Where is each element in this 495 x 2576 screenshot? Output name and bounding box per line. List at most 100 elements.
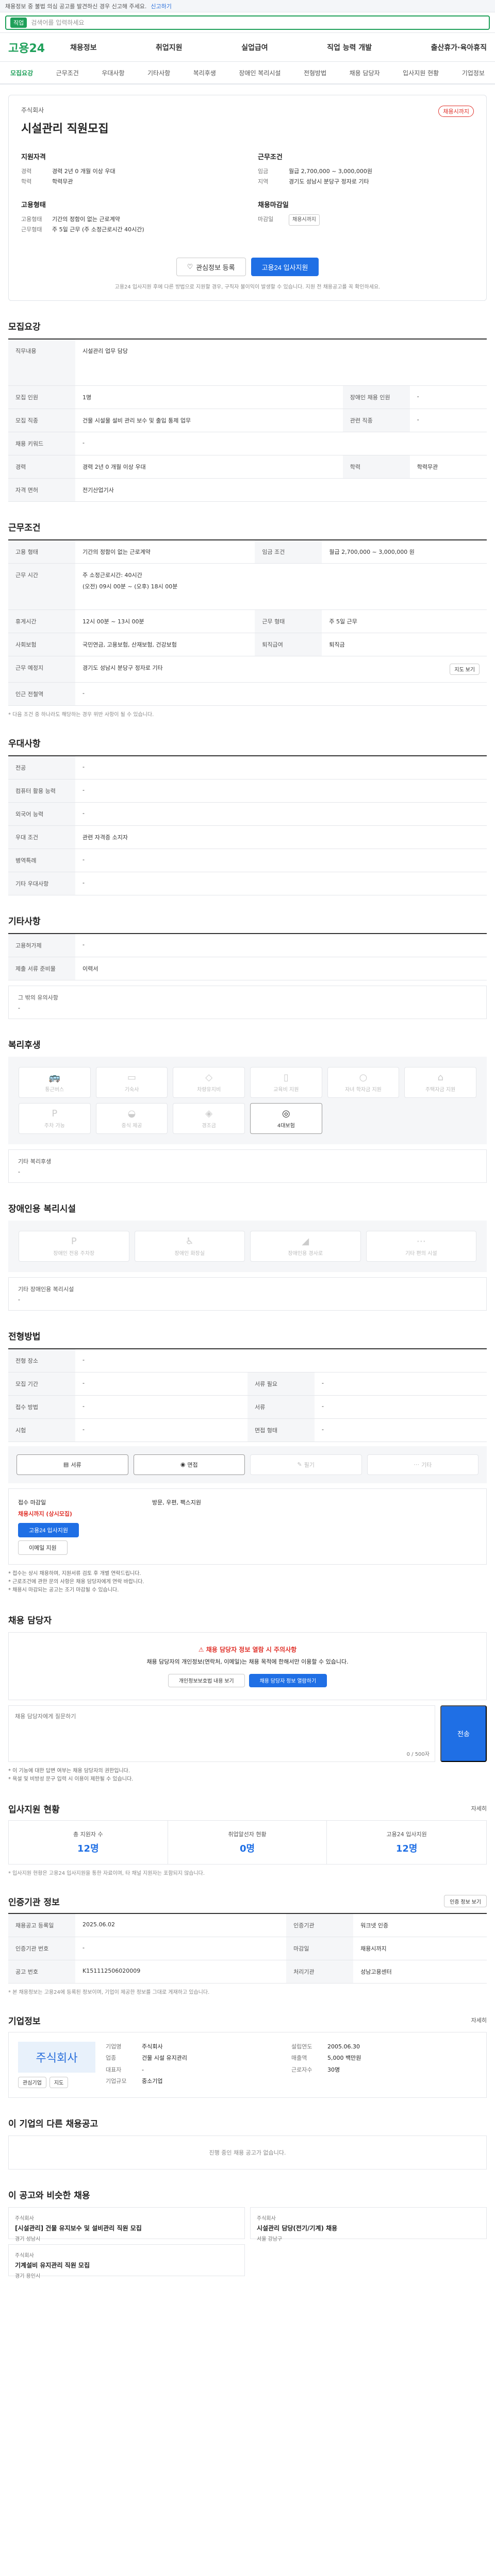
welfare-item: ◇ 차량유지비 bbox=[173, 1066, 245, 1098]
qa-send-button[interactable]: 전송 bbox=[440, 1705, 487, 1762]
row-key: 우대 조건 bbox=[8, 825, 75, 849]
row-value: 채용시까지 bbox=[353, 1937, 487, 1960]
info-value: 30명 bbox=[327, 2066, 340, 2073]
apply-box: 접수 마감일 채용시까지 (상시모집) 고용24 입사지원 이메일 지원 방문,… bbox=[8, 1488, 487, 1565]
map-button[interactable]: 지도 보기 bbox=[450, 663, 480, 675]
job-summary-card: 주식회사 시설관리 직원모집 채용시까지 지원자격 경력 경력 2년 0 개월 이… bbox=[8, 95, 487, 301]
stat-item: 취업알선자 현황 0명 bbox=[168, 1820, 327, 1864]
warning-icon: ⚠ bbox=[198, 1646, 206, 1653]
disability-label: 기타 편의 시설 bbox=[405, 1250, 437, 1257]
qa-textarea[interactable]: 채용 담당자에게 질문하기 0 / 500자 bbox=[8, 1705, 435, 1762]
stats-more-link[interactable]: 자세히 bbox=[471, 1804, 487, 1812]
registration-note: * 본 채용정보는 고용24에 등록된 정보이며, 기업이 제공한 정보를 그대… bbox=[8, 1989, 210, 1995]
coin-icon: ◎ bbox=[282, 1108, 290, 1119]
prefer-table: 전공 - 컴퓨터 활용 능력 - 외국어 능력 - 우대 조건 관련 자격증 소지자 병… bbox=[8, 755, 487, 895]
disability-item: ⋯ 기타 편의 시설 bbox=[366, 1230, 476, 1262]
company-more-link[interactable]: 자세히 bbox=[471, 2016, 487, 2024]
tab-contact[interactable]: 채용 담당자 bbox=[350, 69, 380, 77]
tab-etc[interactable]: 기타사항 bbox=[147, 69, 170, 77]
registration-section-title: 인증기관 정보 bbox=[8, 1897, 60, 1908]
row-value: - bbox=[75, 1372, 248, 1396]
search-input[interactable]: 직업 검색어를 입력하세요 bbox=[5, 15, 490, 30]
report-link[interactable]: 신고하기 bbox=[151, 2, 171, 10]
row-value: 전기산업기사 bbox=[75, 478, 487, 502]
other-jobs-title: 이 기업의 다른 채용공고 bbox=[8, 2119, 98, 2129]
recommend-title: 이 공고와 비슷한 채용 bbox=[8, 2190, 90, 2201]
email-apply-button[interactable]: 이메일 지원 bbox=[18, 1540, 68, 1555]
gnb-item[interactable]: 직업 능력 개발 bbox=[327, 42, 372, 53]
alert-title: 채용 담당자 정보 열람 시 주의사항 bbox=[206, 1646, 297, 1653]
method-label: 필기 bbox=[304, 1461, 315, 1468]
top-notice-bar: 채용정보 중 불법 의심 공고를 발견하신 경우 신고해 주세요. 신고하기 bbox=[0, 0, 495, 12]
kv-value: 기간의 정함이 없는 근로계약 bbox=[52, 216, 120, 223]
kv-value: 월급 2,700,000 ~ 3,000,000원 bbox=[289, 168, 373, 175]
row-value: - bbox=[75, 1348, 487, 1372]
row-key: 근무 형태 bbox=[255, 609, 322, 633]
qualification-title: 지원자격 bbox=[21, 154, 46, 161]
gnb-item[interactable]: 출산휴가·육아휴직 bbox=[431, 42, 487, 53]
tab-prefer[interactable]: 우대사항 bbox=[102, 69, 124, 77]
method-item: ✎ 필기 bbox=[250, 1454, 362, 1475]
row-key: 전공 bbox=[8, 755, 75, 779]
row-value: K151112506020009 bbox=[75, 1960, 287, 1984]
welfare-item: ◒ 중식 제공 bbox=[95, 1103, 168, 1134]
method-item: ▤ 서류 bbox=[16, 1454, 128, 1475]
gnb-item[interactable]: 실업급여 bbox=[241, 42, 268, 53]
interest-company-button[interactable]: 관심기업 bbox=[18, 2076, 46, 2088]
row-key: 면접 형태 bbox=[248, 1418, 315, 1442]
row-key: 학력 bbox=[342, 455, 410, 479]
info-value: 건물 시설 유지관리 bbox=[142, 2055, 187, 2061]
row-value: - bbox=[315, 1372, 487, 1396]
tab-welfare[interactable]: 복리후생 bbox=[193, 69, 216, 77]
company-section-title: 기업정보 bbox=[8, 2016, 41, 2027]
gnb-item[interactable]: 채용정보 bbox=[70, 42, 97, 53]
rec-tag: 주식회사 bbox=[257, 2215, 276, 2222]
other-jobs-empty: 진행 중인 채용 공고가 없습니다. bbox=[8, 2135, 487, 2170]
etc-extra-box: 그 밖의 유의사항 - bbox=[8, 985, 487, 1019]
row-value: 경력 2년 0 개월 이상 우대 bbox=[75, 455, 343, 479]
apply-methods: 방문, 우편, 팩스지원 bbox=[152, 1499, 201, 1506]
tab-company[interactable]: 기업정보 bbox=[462, 69, 485, 77]
row-value: 1명 bbox=[75, 385, 343, 409]
company-map-button[interactable]: 지도 bbox=[49, 2076, 69, 2088]
row-key: 근무 시간 bbox=[8, 563, 75, 610]
employment-form-block: 고용형태 고용형태 기간의 정함이 없는 근로계약 근무형태 주 5일 근무 (주 … bbox=[21, 199, 237, 235]
view-contact-button[interactable]: 채용 담당자 정보 열람하기 bbox=[249, 1673, 327, 1687]
apply-button[interactable]: 고용24 입사지원 bbox=[251, 258, 319, 276]
interest-button[interactable]: ♡ 관심정보 등록 bbox=[176, 258, 246, 276]
stat-item: 고용24 입사지원 12명 bbox=[327, 1821, 486, 1864]
search-tag[interactable]: 직업 bbox=[10, 17, 27, 28]
tab-disability[interactable]: 장애인 복리시설 bbox=[239, 69, 280, 77]
pen-icon: ✎ bbox=[297, 1461, 302, 1468]
etc-icon: ⋯ bbox=[414, 1461, 420, 1468]
tab-recruit[interactable]: 모집요강 bbox=[10, 69, 33, 77]
daily-hours: (오전) 09시 00분 ~ (오후) 18시 00분 bbox=[82, 583, 178, 590]
site-logo[interactable]: 고용24 bbox=[8, 39, 70, 56]
gnb-item[interactable]: 취업지원 bbox=[156, 42, 183, 53]
row-key: 고용허가제 bbox=[8, 933, 75, 957]
etc-section-title: 기타사항 bbox=[8, 916, 41, 927]
row-value: - bbox=[75, 849, 487, 872]
row-value: 학력무관 bbox=[409, 455, 487, 479]
child-icon: ○ bbox=[359, 1072, 368, 1083]
apply-deadline-label: 접수 마감일 bbox=[18, 1499, 46, 1506]
recommend-card[interactable]: 주식회사 시설관리 담당(전기/기계) 채용 서울 강남구 bbox=[250, 2207, 487, 2242]
row-value: - bbox=[409, 385, 487, 409]
privacy-law-button[interactable]: 개인정보보호법 내용 보기 bbox=[168, 1673, 245, 1687]
recommend-card[interactable]: 주식회사 기계설비 유지관리 직원 모집 경기 용인시 bbox=[8, 2244, 245, 2279]
extra-label: 기타 장애인용 복리시설 bbox=[18, 1285, 74, 1293]
apply-button-2[interactable]: 고용24 입사지원 bbox=[18, 1522, 79, 1537]
contact-bullets: * 이 기능에 대한 답변 여부는 채용 담당자의 권한입니다. * 욕설 및 … bbox=[8, 1767, 487, 1784]
global-nav: 고용24 채용정보 취업지원 실업급여 직업 능력 개발 출산휴가·육아휴직 bbox=[0, 33, 495, 62]
registration-button[interactable]: 인증 정보 보기 bbox=[444, 1895, 487, 1907]
row-key: 제출 서류 준비물 bbox=[8, 957, 75, 980]
tab-process[interactable]: 전형방법 bbox=[304, 69, 326, 77]
info-value: 5,000 백만원 bbox=[327, 2055, 361, 2061]
qa-area: 채용 담당자에게 질문하기 0 / 500자 전송 bbox=[8, 1705, 487, 1762]
row-value: - bbox=[75, 755, 487, 779]
tab-stats[interactable]: 입사지원 현황 bbox=[403, 69, 439, 77]
disability-label: 장애인 전용 주차장 bbox=[53, 1250, 95, 1257]
recommend-card[interactable]: 주식회사 [시설관리] 건물 유지보수 및 설비관리 직원 모집 경기 성남시 bbox=[8, 2207, 245, 2242]
tab-work[interactable]: 근무조건 bbox=[56, 69, 79, 77]
doc-icon: ▤ bbox=[63, 1461, 69, 1468]
